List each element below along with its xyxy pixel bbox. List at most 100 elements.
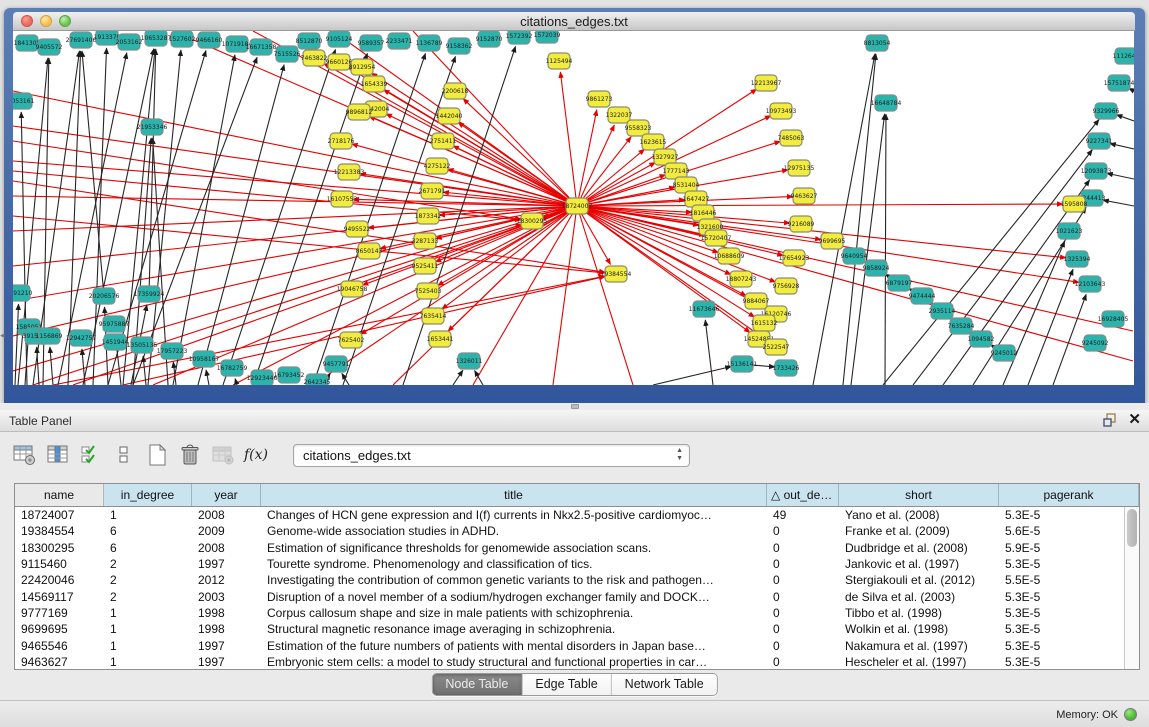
column-header-title[interactable]: title xyxy=(261,484,767,506)
network-node[interactable]: 1112644 xyxy=(1113,48,1134,64)
network-node[interactable]: 19046758 xyxy=(337,281,368,297)
network-node[interactable]: 10958167 xyxy=(189,351,220,367)
network-node[interactable]: 15720407 xyxy=(701,230,732,246)
network-node[interactable]: 1136789 xyxy=(416,35,443,51)
network-node[interactable]: 2522547 xyxy=(763,339,790,355)
network-node[interactable]: 8650143 xyxy=(356,243,383,259)
network-node[interactable]: 8512870 xyxy=(296,33,323,49)
network-node[interactable]: 1733426 xyxy=(773,360,800,376)
network-node[interactable]: 2718176 xyxy=(328,133,355,149)
collapse-panel-arrow-icon[interactable]: ◂ xyxy=(0,330,5,341)
network-node[interactable]: 16648784 xyxy=(871,95,902,111)
network-node[interactable]: 9495522 xyxy=(344,221,371,237)
network-node[interactable]: 7625402 xyxy=(338,332,365,348)
table-row[interactable]: 1830029562008Estimation of significance … xyxy=(15,540,1124,556)
function-builder-icon[interactable]: f(x) xyxy=(243,443,269,467)
network-node[interactable]: 16793452 xyxy=(274,367,305,383)
network-node[interactable]: 9896812 xyxy=(346,104,373,120)
network-node[interactable]: 7463822 xyxy=(301,50,328,66)
network-node[interactable]: 18807243 xyxy=(726,271,757,287)
network-node[interactable]: 1615132 xyxy=(751,315,778,331)
column-header-name[interactable]: name xyxy=(15,484,104,506)
show-columns-icon[interactable] xyxy=(45,443,71,467)
table-row[interactable]: 2242004622012Investigating the contribut… xyxy=(15,572,1124,588)
network-node[interactable]: 9525411 xyxy=(412,258,439,274)
network-node[interactable]: 8813054 xyxy=(864,35,891,51)
memory-indicator[interactable]: Memory: OK xyxy=(1056,701,1137,727)
table-row[interactable]: 977716911998Corpus callosum shape and si… xyxy=(15,605,1124,621)
network-node[interactable]: 10973493 xyxy=(766,103,797,119)
network-node[interactable]: 95975887 xyxy=(99,316,130,332)
network-node[interactable]: 16928405 xyxy=(1098,311,1129,327)
network-node[interactable]: 8912954 xyxy=(349,59,376,75)
network-node[interactable]: 9884067 xyxy=(743,293,770,309)
column-header-out_degree[interactable]: △ out_de… xyxy=(767,484,839,506)
network-node[interactable]: 1527602 xyxy=(169,31,196,47)
network-node[interactable]: 1326011 xyxy=(456,353,483,369)
network-node[interactable]: 9158362 xyxy=(446,38,473,54)
network-node[interactable]: 1094582 xyxy=(968,331,995,347)
network-node[interactable]: 9474444 xyxy=(909,288,936,304)
network-node[interactable]: 17654923 xyxy=(779,250,810,266)
vertical-scrollbar[interactable] xyxy=(1124,507,1139,669)
network-node[interactable]: 9640954 xyxy=(841,248,868,264)
float-window-icon[interactable] xyxy=(1103,413,1118,427)
delete-column-icon[interactable] xyxy=(177,443,203,467)
network-window[interactable]: citations_edges.txt 18724007184130594055… xyxy=(4,8,1145,403)
network-node[interactable]: 15751874 xyxy=(1104,75,1134,91)
column-header-pagerank[interactable]: pagerank xyxy=(999,484,1139,506)
network-node[interactable]: 1653441 xyxy=(427,331,454,347)
table-row[interactable]: 911546021997Tourette syndrome. Phenomeno… xyxy=(15,556,1124,572)
network-node[interactable]: 1572039 xyxy=(534,31,561,43)
network-node[interactable]: 12213383 xyxy=(334,164,365,180)
network-node[interactable]: 1623615 xyxy=(640,134,667,150)
network-node[interactable]: 2671791 xyxy=(419,183,446,199)
delete-table-icon[interactable] xyxy=(210,443,236,467)
network-node[interactable]: 1991210 xyxy=(13,285,33,301)
network-node[interactable]: 9699695 xyxy=(819,233,846,249)
network-canvas[interactable]: 1872400718413059405572276914061913370205… xyxy=(13,31,1134,385)
network-node[interactable]: 7635414 xyxy=(420,308,447,324)
table-mode-icon[interactable] xyxy=(12,443,38,467)
network-node[interactable]: 2233471 xyxy=(386,33,413,49)
network-node[interactable]: 12975135 xyxy=(784,160,815,176)
network-node[interactable]: 19384554 xyxy=(601,266,632,282)
network-node[interactable]: 1873342 xyxy=(415,208,442,224)
network-node[interactable]: 9589357 xyxy=(358,35,385,51)
network-window-titlebar[interactable]: citations_edges.txt xyxy=(13,12,1135,31)
network-node[interactable]: 9152870 xyxy=(476,31,503,47)
network-node[interactable]: 27691406 xyxy=(66,32,97,48)
network-node[interactable]: 9405572 xyxy=(36,39,63,55)
network-node[interactable]: 18724007 xyxy=(562,198,593,214)
tab-edge-table[interactable]: Edge Table xyxy=(521,674,610,695)
new-column-icon[interactable] xyxy=(144,443,170,467)
network-node[interactable]: 1451944 xyxy=(102,334,129,350)
network-node[interactable]: 12103643 xyxy=(1075,276,1106,292)
network-node[interactable]: 7525403 xyxy=(415,283,442,299)
network-node[interactable]: 9861273 xyxy=(586,91,613,107)
network-node[interactable]: 10653287 xyxy=(141,31,172,46)
table-source-dropdown[interactable]: citations_edges.txt ▲▼ xyxy=(293,444,690,467)
network-node[interactable]: 16782759 xyxy=(217,360,248,376)
network-node[interactable]: 7515526 xyxy=(274,46,301,62)
network-node[interactable]: 9463627 xyxy=(791,188,818,204)
tab-network-table[interactable]: Network Table xyxy=(611,674,717,695)
table-row[interactable]: 946554611997Estimation of the future num… xyxy=(15,637,1124,653)
table-row[interactable]: 969969511998Structural magnetic resonanc… xyxy=(15,621,1124,637)
network-node[interactable]: 9245092 xyxy=(1082,335,1109,351)
tab-node-table[interactable]: Node Table xyxy=(432,674,521,695)
network-node[interactable]: 16671358 xyxy=(246,39,277,55)
scrollbar-thumb[interactable] xyxy=(1127,509,1137,547)
table-row[interactable]: 946362711997Embryonic stem cells: a mode… xyxy=(15,654,1124,669)
network-node[interactable]: 1442040 xyxy=(436,108,463,124)
table-row[interactable]: 1456911722003Disruption of a novel membe… xyxy=(15,588,1124,604)
select-rows-icon[interactable] xyxy=(78,443,104,467)
network-node[interactable]: 9216089 xyxy=(788,216,815,232)
table-row[interactable]: 1872400712008Changes of HCN gene express… xyxy=(15,507,1124,523)
network-node[interactable]: 9105124 xyxy=(326,31,353,47)
network-node[interactable]: 9227341 xyxy=(1086,133,1113,149)
minimize-window-button[interactable] xyxy=(40,15,52,27)
network-node[interactable]: 16107553 xyxy=(327,191,358,207)
network-node[interactable]: 9756928 xyxy=(773,278,800,294)
network-node[interactable]: 7635284 xyxy=(948,318,975,334)
